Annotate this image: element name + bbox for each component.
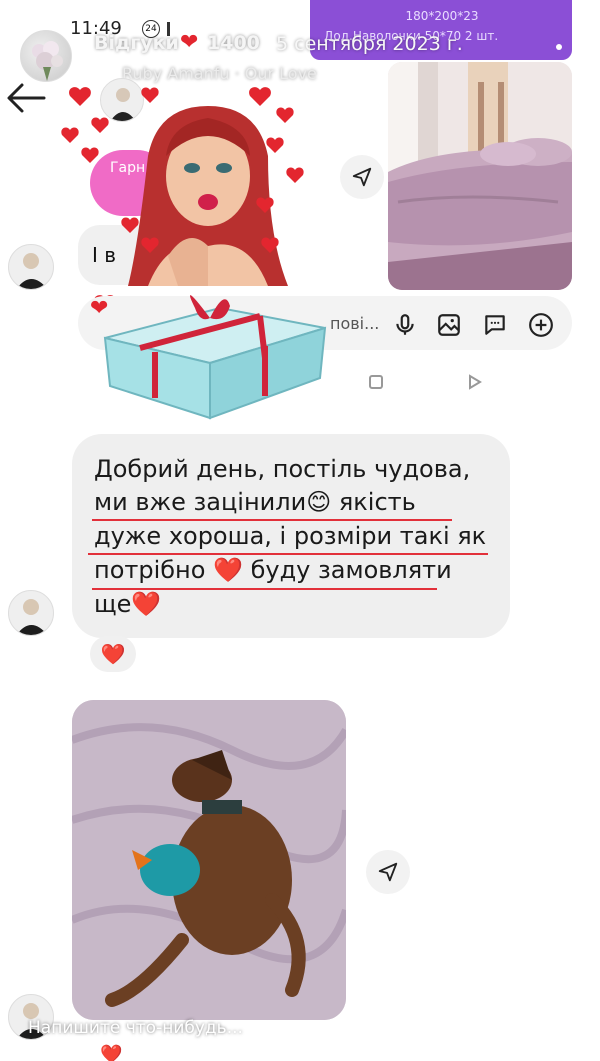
- story-count: 1400: [207, 32, 260, 54]
- story-title: Відгуки: [94, 32, 179, 54]
- story-date: 5 сентября 2023 г.: [276, 33, 463, 55]
- review-line-4: потрібно ❤️ буду замовляти: [94, 556, 452, 584]
- plus-icon[interactable]: [528, 312, 554, 338]
- chat-icon[interactable]: [482, 312, 508, 338]
- bedding-photo[interactable]: [388, 62, 572, 290]
- bottom-heart-reaction[interactable]: ❤️: [100, 1044, 122, 1061]
- hearts-decoration: [60, 70, 320, 314]
- order-line-1: 180*200*23: [405, 9, 479, 23]
- microphone-icon[interactable]: [392, 312, 418, 338]
- dog-photo[interactable]: [72, 700, 346, 1020]
- send-icon[interactable]: [340, 155, 384, 199]
- heart-reaction-badge[interactable]: ❤️: [90, 636, 136, 672]
- gift-box-sticker: [100, 278, 330, 423]
- send-icon[interactable]: [366, 850, 410, 894]
- story-heart-icon: ❤: [180, 30, 199, 55]
- reaction-heart: ❤️: [100, 642, 126, 666]
- story-reply-input[interactable]: Напишите что-нибудь...: [28, 1018, 243, 1038]
- order-dot: [556, 44, 562, 50]
- review-line-2: ми вже зацінили😊 якість: [94, 488, 416, 516]
- highlight-underline: [88, 553, 488, 555]
- composer-placeholder[interactable]: пові...: [330, 314, 379, 333]
- back-arrow-icon[interactable]: [4, 80, 48, 116]
- highlight-underline: [92, 588, 437, 590]
- highlight-underline: [92, 519, 452, 521]
- review-line-3: дуже хороша, і розміри такі як: [94, 522, 487, 550]
- review-line-5: ще❤️: [94, 590, 162, 618]
- gallery-icon[interactable]: [436, 312, 462, 338]
- review-line-1: Добрий день, постіль чудова,: [94, 455, 471, 483]
- chat-avatar: [8, 590, 54, 636]
- chat-avatar: [8, 244, 54, 290]
